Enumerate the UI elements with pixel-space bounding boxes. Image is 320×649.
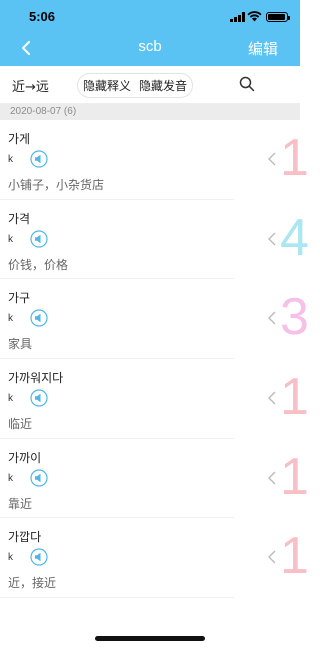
meaning-text: 靠近 [8, 496, 33, 511]
meaning-text: 价钱，价格 [8, 257, 69, 272]
chevron-left-icon[interactable] [266, 549, 278, 565]
phonetic-text: k [8, 472, 13, 484]
chevron-left-icon[interactable] [266, 470, 278, 486]
hide-meaning-button[interactable]: 隐藏释义 [83, 77, 131, 94]
speaker-icon[interactable] [30, 309, 48, 327]
speaker-icon[interactable] [30, 150, 48, 168]
page-title: scb [138, 38, 162, 55]
row-divider [0, 597, 234, 599]
phonetic-text: k [8, 154, 13, 165]
phonetic-text: k [8, 393, 13, 405]
word-row[interactable]: 가까이 k 靠近 1 [0, 439, 309, 519]
display-toggle-group: 隐藏释义 隐藏发音 [77, 73, 193, 98]
wifi-icon [247, 11, 262, 22]
hide-pronunciation-button[interactable]: 隐藏发音 [139, 77, 187, 94]
word-text: 가격 [8, 211, 31, 226]
word-text: 가까이 [8, 450, 42, 465]
speaker-icon[interactable] [30, 389, 48, 407]
status-time: 5:06 [29, 9, 56, 24]
word-text: 가게 [8, 132, 31, 146]
phonetic-text: k [8, 233, 13, 245]
word-row[interactable]: 가게 k 小铺子，小杂货店 1 [0, 120, 309, 200]
chevron-left-icon[interactable] [266, 231, 278, 247]
word-text: 가까워지다 [8, 371, 64, 386]
word-row[interactable]: 가구 k 家具 3 [0, 279, 309, 360]
meaning-text: 近，接近 [8, 576, 57, 591]
word-text: 가구 [8, 291, 31, 306]
familiarity-level: 1 [280, 368, 309, 427]
familiarity-level: 4 [280, 208, 309, 267]
word-row[interactable]: 가깝다 k 近，接近 1 [0, 518, 309, 599]
home-indicator [95, 636, 205, 641]
chevron-left-icon[interactable] [266, 310, 278, 326]
speaker-icon[interactable] [30, 230, 48, 248]
back-button[interactable] [12, 36, 40, 60]
word-list: 가게 k 小铺子，小杂货店 1 가격 k 价钱，价格 4 가구 k 家具 3 가… [0, 120, 309, 599]
chevron-left-icon[interactable] [266, 151, 278, 167]
cellular-signal-icon [230, 12, 245, 22]
meaning-text: 临近 [8, 417, 33, 432]
speaker-icon[interactable] [30, 548, 48, 567]
familiarity-level: 3 [280, 288, 309, 347]
date-group-header: 2020-08-07 (6) [0, 104, 300, 120]
word-row[interactable]: 가격 k 价钱，价格 4 [0, 200, 309, 280]
search-icon[interactable] [238, 75, 256, 93]
meaning-text: 家具 [8, 337, 33, 352]
word-row[interactable]: 가까워지다 k 临近 1 [0, 359, 309, 439]
speaker-icon[interactable] [30, 469, 48, 487]
familiarity-level: 1 [280, 447, 309, 506]
chevron-left-icon[interactable] [266, 390, 278, 406]
familiarity-level: 1 [280, 527, 309, 586]
sort-order-button[interactable]: 近→远 [12, 76, 49, 95]
status-bar: 5:06 [0, 0, 300, 34]
toolbar: 近→远 隐藏释义 隐藏发音 [0, 66, 300, 104]
familiarity-level: 1 [280, 129, 309, 187]
phonetic-text: k [8, 552, 13, 564]
word-text: 가깝다 [8, 530, 42, 545]
phonetic-text: k [8, 313, 13, 325]
battery-icon [266, 12, 290, 22]
edit-button[interactable]: 编辑 [248, 38, 278, 59]
meaning-text: 小铺子，小杂货店 [8, 178, 105, 192]
chevron-left-icon [22, 41, 30, 55]
